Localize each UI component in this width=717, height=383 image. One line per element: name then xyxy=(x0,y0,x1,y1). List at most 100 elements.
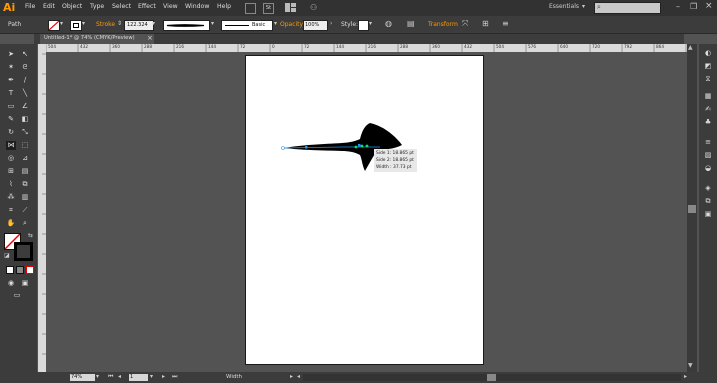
opacity-label[interactable]: Opacity: xyxy=(280,21,305,28)
gradient-mode-icon[interactable] xyxy=(16,266,24,274)
first-artboard-icon[interactable]: ⏮ xyxy=(108,373,113,381)
links-panel-icon[interactable]: ⧖ xyxy=(703,75,713,84)
artboard[interactable] xyxy=(245,55,484,365)
rectangle-tool-icon[interactable]: ▭ xyxy=(6,102,16,111)
appearance-panel-icon[interactable]: ◈ xyxy=(703,184,713,193)
drawing-modes-icon[interactable]: ▣ xyxy=(20,279,30,288)
slice-tool-icon[interactable]: ⟋ xyxy=(20,206,30,215)
draw-mode-icon[interactable]: ◉ xyxy=(6,279,16,288)
document-setup-icon[interactable]: ▤ xyxy=(407,19,415,28)
brush-dropdown-icon[interactable]: ▾ xyxy=(274,20,277,27)
artboards-panel-icon[interactable]: ▣ xyxy=(703,210,713,219)
selection-tool-icon[interactable]: ➤ xyxy=(6,50,16,59)
menu-help[interactable]: Help xyxy=(217,3,231,10)
hand-tool-icon[interactable]: ✋ xyxy=(6,219,16,228)
column-graph-tool-icon[interactable]: ▥ xyxy=(20,193,30,202)
color-mode-icon[interactable] xyxy=(6,266,14,274)
menu-view[interactable]: View xyxy=(163,3,178,10)
artboard-tool-icon[interactable]: ⌗ xyxy=(6,206,16,215)
bridge-icon[interactable] xyxy=(245,3,256,14)
scroll-down-icon[interactable]: ▼ xyxy=(688,362,693,369)
swap-colors-icon[interactable]: ⇆ xyxy=(28,232,33,239)
zoom-dropdown-icon[interactable]: ▾ xyxy=(96,373,99,380)
swatches-panel-icon[interactable]: ▦ xyxy=(703,92,713,101)
isolate-icon[interactable]: ⤧ xyxy=(462,19,468,29)
gradient-panel-icon[interactable]: ▨ xyxy=(703,151,713,160)
graphic-style-swatch[interactable] xyxy=(358,20,369,31)
brush-definition[interactable]: Basic xyxy=(221,20,273,31)
eraser-tool-icon[interactable]: ◧ xyxy=(20,115,30,124)
horizontal-scroll-thumb[interactable] xyxy=(487,374,496,381)
brushes-panel-icon[interactable]: ✍ xyxy=(703,105,713,114)
stroke-weight-input[interactable]: 122.324 xyxy=(124,20,154,31)
align-icon[interactable]: ⊞ xyxy=(482,19,489,28)
pencil-tool-icon[interactable]: ✎ xyxy=(6,115,16,124)
vertical-ruler[interactable] xyxy=(38,44,46,372)
search-input[interactable]: ⌕ xyxy=(594,2,661,14)
stroke-dropdown-icon[interactable]: ▾ xyxy=(82,20,85,27)
menu-edit[interactable]: Edit xyxy=(43,3,55,10)
curvature-tool-icon[interactable]: ∕ xyxy=(20,76,30,85)
free-transform-tool-icon[interactable]: ⬚ xyxy=(20,141,30,150)
minimize-icon[interactable]: – xyxy=(676,2,680,11)
zoom-tool-icon[interactable]: ⌕ xyxy=(20,219,30,228)
fill-swatch[interactable] xyxy=(48,20,60,31)
last-artboard-icon[interactable]: ⏭ xyxy=(172,373,177,381)
vertical-scrollbar[interactable]: ▲ ▼ xyxy=(687,44,697,372)
document-tab[interactable]: Untitled-1* @ 74% (CMYK/Preview) × xyxy=(40,34,154,44)
rotate-tool-icon[interactable]: ↻ xyxy=(6,128,16,137)
opacity-input[interactable]: 100% xyxy=(303,20,328,31)
previous-artboard-icon[interactable]: ◂ xyxy=(118,373,121,380)
lasso-tool-icon[interactable]: ᘓ xyxy=(20,63,30,72)
scale-tool-icon[interactable]: ⤡ xyxy=(20,128,30,137)
symbols-panel-icon[interactable]: ♣ xyxy=(703,118,713,127)
screen-mode-icon[interactable]: ▭ xyxy=(12,291,22,300)
fill-dropdown-icon[interactable]: ▾ xyxy=(60,20,63,27)
color-panel-icon[interactable]: ◐ xyxy=(703,49,713,58)
style-dropdown-icon[interactable]: ▾ xyxy=(369,20,372,27)
stroke-label[interactable]: Stroke xyxy=(96,21,115,28)
horizontal-ruler[interactable]: 504 432 360 288 216 144 72 0 72 144 216 … xyxy=(46,44,687,52)
profile-dropdown-icon[interactable]: ▾ xyxy=(211,20,214,27)
scroll-thumb[interactable] xyxy=(688,205,696,213)
artboard-number-input[interactable]: 1 xyxy=(129,374,148,381)
stock-icon[interactable]: St xyxy=(263,3,274,14)
workspace-switcher[interactable]: Essentials xyxy=(549,3,579,10)
menu-select[interactable]: Select xyxy=(112,3,131,10)
stroke-swatch[interactable] xyxy=(70,20,82,31)
menu-type[interactable]: Type xyxy=(90,3,104,10)
recolor-artwork-icon[interactable]: ◍ xyxy=(385,19,392,28)
color-guide-icon[interactable]: ◩ xyxy=(703,62,713,71)
zoom-input[interactable]: 74% xyxy=(70,374,95,381)
variable-width-profile[interactable] xyxy=(163,20,210,31)
transparency-panel-icon[interactable]: ◒ xyxy=(703,164,713,173)
arrange-documents-icon[interactable] xyxy=(285,3,297,12)
menu-file[interactable]: File xyxy=(25,3,35,10)
none-mode-icon[interactable] xyxy=(26,266,34,274)
artboard-dropdown-icon[interactable]: ▾ xyxy=(150,373,153,380)
scroll-left-icon[interactable]: ◂ xyxy=(297,373,300,380)
stroke-color-swatch[interactable] xyxy=(14,242,33,261)
status-menu-icon[interactable]: ▸ xyxy=(290,373,293,380)
restore-icon[interactable]: ❐ xyxy=(690,2,697,11)
width-point-handle[interactable] xyxy=(354,145,358,149)
eyedropper-tool-icon[interactable]: ⌇ xyxy=(6,180,16,189)
opacity-arrow-icon[interactable]: › xyxy=(330,20,332,27)
scroll-right-icon[interactable]: ▸ xyxy=(684,373,687,380)
shape-builder-tool-icon[interactable]: ◎ xyxy=(6,154,16,163)
width-tool-icon[interactable]: ⋈ xyxy=(6,141,16,150)
stroke-stepper[interactable]: ⇕ xyxy=(117,20,122,27)
anchor-point[interactable] xyxy=(358,144,361,147)
menu-effect[interactable]: Effect xyxy=(138,3,156,10)
gradient-tool-icon[interactable]: ▤ xyxy=(20,167,30,176)
panel-menu-icon[interactable]: ≡ xyxy=(502,19,509,28)
stroke-panel-icon[interactable]: ≡ xyxy=(703,138,713,147)
paintbrush-tool-icon[interactable]: ∠ xyxy=(20,102,30,111)
chevron-down-icon[interactable]: ▾ xyxy=(582,3,585,10)
perspective-grid-tool-icon[interactable]: ⊿ xyxy=(20,154,30,163)
mesh-tool-icon[interactable]: ⊞ xyxy=(6,167,16,176)
blend-tool-icon[interactable]: ⧉ xyxy=(20,180,30,189)
close-tab-icon[interactable]: × xyxy=(147,34,153,42)
direct-selection-tool-icon[interactable]: ↖ xyxy=(20,50,30,59)
type-tool-icon[interactable]: T xyxy=(6,89,16,98)
